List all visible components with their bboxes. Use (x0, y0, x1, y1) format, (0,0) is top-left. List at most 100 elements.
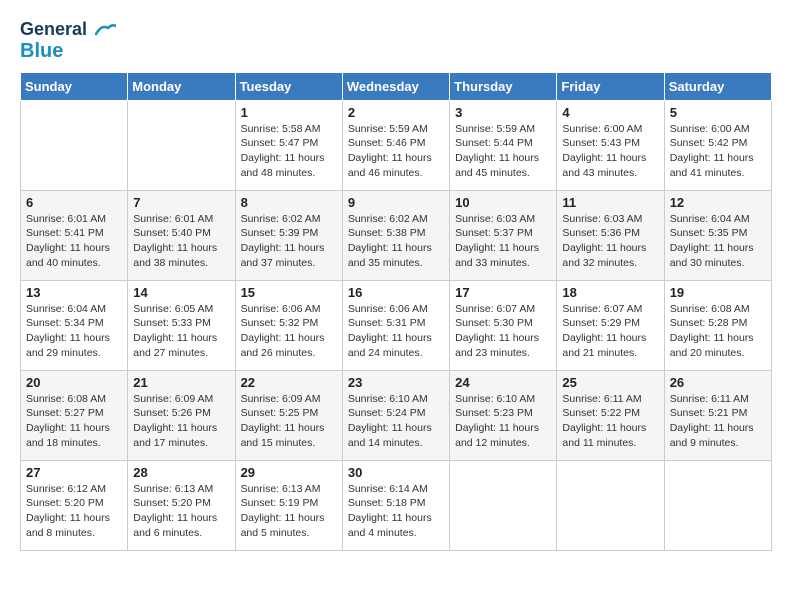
day-number: 22 (241, 375, 337, 390)
day-number: 9 (348, 195, 444, 210)
calendar-cell: 20Sunrise: 6:08 AM Sunset: 5:27 PM Dayli… (21, 370, 128, 460)
day-number: 12 (670, 195, 766, 210)
day-number: 28 (133, 465, 229, 480)
calendar-cell (557, 460, 664, 550)
calendar-cell: 21 Sunrise: 6:09 AM Sunset: 5:26 PM Dayli… (128, 370, 235, 460)
calendar-cell: 28 Sunrise: 6:13 AM Sunset: 5:20 PM Dayli… (128, 460, 235, 550)
day-info: Sunrise: 6:13 AM Sunset: 5:20 PM Dayligh… (133, 482, 229, 541)
day-info: Sunrise: 6:06 AM Sunset: 5:32 PM Dayligh… (241, 302, 337, 361)
calendar-cell: 25Sunrise: 6:11 AM Sunset: 5:22 PM Dayli… (557, 370, 664, 460)
week-row-5: 27Sunrise: 6:12 AM Sunset: 5:20 PM Dayli… (21, 460, 772, 550)
calendar-cell: 17 Sunrise: 6:07 AM Sunset: 5:30 PM Dayli… (450, 280, 557, 370)
calendar-cell: 8 Sunrise: 6:02 AM Sunset: 5:39 PM Daylig… (235, 190, 342, 280)
day-info: Sunrise: 6:07 AM Sunset: 5:30 PM Dayligh… (455, 302, 551, 361)
calendar-cell: 24Sunrise: 6:10 AM Sunset: 5:23 PM Dayli… (450, 370, 557, 460)
weekday-header-row: SundayMondayTuesdayWednesdayThursdayFrid… (21, 72, 772, 100)
day-info: Sunrise: 6:10 AM Sunset: 5:23 PM Dayligh… (455, 392, 551, 451)
calendar-cell: 10 Sunrise: 6:03 AM Sunset: 5:37 PM Dayli… (450, 190, 557, 280)
week-row-4: 20Sunrise: 6:08 AM Sunset: 5:27 PM Dayli… (21, 370, 772, 460)
calendar-cell (128, 100, 235, 190)
day-number: 7 (133, 195, 229, 210)
day-info: Sunrise: 6:00 AM Sunset: 5:43 PM Dayligh… (562, 122, 658, 181)
week-row-2: 6 Sunrise: 6:01 AM Sunset: 5:41 PM Daylig… (21, 190, 772, 280)
day-number: 3 (455, 105, 551, 120)
day-info: Sunrise: 6:09 AM Sunset: 5:26 PM Dayligh… (133, 392, 229, 451)
week-row-3: 13 Sunrise: 6:04 AM Sunset: 5:34 PM Dayli… (21, 280, 772, 370)
calendar-body: 1 Sunrise: 5:58 AM Sunset: 5:47 PM Daylig… (21, 100, 772, 550)
day-number: 2 (348, 105, 444, 120)
calendar-cell: 7 Sunrise: 6:01 AM Sunset: 5:40 PM Daylig… (128, 190, 235, 280)
day-number: 14 (133, 285, 229, 300)
day-info: Sunrise: 6:07 AM Sunset: 5:29 PM Dayligh… (562, 302, 658, 361)
calendar-cell: 29 Sunrise: 6:13 AM Sunset: 5:19 PM Dayli… (235, 460, 342, 550)
calendar-cell: 19 Sunrise: 6:08 AM Sunset: 5:28 PM Dayli… (664, 280, 771, 370)
day-info: Sunrise: 6:11 AM Sunset: 5:21 PM Dayligh… (670, 392, 766, 451)
weekday-header-saturday: Saturday (664, 72, 771, 100)
day-info: Sunrise: 6:03 AM Sunset: 5:36 PM Dayligh… (562, 212, 658, 271)
day-info: Sunrise: 5:59 AM Sunset: 5:46 PM Dayligh… (348, 122, 444, 181)
day-number: 29 (241, 465, 337, 480)
day-number: 4 (562, 105, 658, 120)
calendar-cell: 26 Sunrise: 6:11 AM Sunset: 5:21 PM Dayli… (664, 370, 771, 460)
day-info: Sunrise: 5:59 AM Sunset: 5:44 PM Dayligh… (455, 122, 551, 181)
day-info: Sunrise: 6:01 AM Sunset: 5:40 PM Dayligh… (133, 212, 229, 271)
day-number: 23 (348, 375, 444, 390)
calendar-cell: 15Sunrise: 6:06 AM Sunset: 5:32 PM Dayli… (235, 280, 342, 370)
day-info: Sunrise: 5:58 AM Sunset: 5:47 PM Dayligh… (241, 122, 337, 181)
day-number: 26 (670, 375, 766, 390)
day-number: 19 (670, 285, 766, 300)
day-number: 17 (455, 285, 551, 300)
day-number: 5 (670, 105, 766, 120)
day-info: Sunrise: 6:04 AM Sunset: 5:34 PM Dayligh… (26, 302, 122, 361)
day-info: Sunrise: 6:13 AM Sunset: 5:19 PM Dayligh… (241, 482, 337, 541)
weekday-header-wednesday: Wednesday (342, 72, 449, 100)
calendar-table: SundayMondayTuesdayWednesdayThursdayFrid… (20, 72, 772, 551)
day-info: Sunrise: 6:02 AM Sunset: 5:39 PM Dayligh… (241, 212, 337, 271)
day-info: Sunrise: 6:14 AM Sunset: 5:18 PM Dayligh… (348, 482, 444, 541)
calendar-cell: 3 Sunrise: 5:59 AM Sunset: 5:44 PM Daylig… (450, 100, 557, 190)
day-info: Sunrise: 6:03 AM Sunset: 5:37 PM Dayligh… (455, 212, 551, 271)
day-number: 11 (562, 195, 658, 210)
day-number: 16 (348, 285, 444, 300)
day-number: 30 (348, 465, 444, 480)
calendar-cell: 23Sunrise: 6:10 AM Sunset: 5:24 PM Dayli… (342, 370, 449, 460)
day-number: 27 (26, 465, 122, 480)
day-number: 18 (562, 285, 658, 300)
calendar-cell: 1 Sunrise: 5:58 AM Sunset: 5:47 PM Daylig… (235, 100, 342, 190)
day-info: Sunrise: 6:06 AM Sunset: 5:31 PM Dayligh… (348, 302, 444, 361)
calendar-cell (450, 460, 557, 550)
day-info: Sunrise: 6:01 AM Sunset: 5:41 PM Dayligh… (26, 212, 122, 271)
logo-text: General (20, 20, 116, 40)
day-number: 21 (133, 375, 229, 390)
calendar-cell: 27Sunrise: 6:12 AM Sunset: 5:20 PM Dayli… (21, 460, 128, 550)
day-info: Sunrise: 6:08 AM Sunset: 5:28 PM Dayligh… (670, 302, 766, 361)
calendar-header: SundayMondayTuesdayWednesdayThursdayFrid… (21, 72, 772, 100)
day-info: Sunrise: 6:02 AM Sunset: 5:38 PM Dayligh… (348, 212, 444, 271)
calendar-cell: 12 Sunrise: 6:04 AM Sunset: 5:35 PM Dayli… (664, 190, 771, 280)
day-number: 8 (241, 195, 337, 210)
calendar-cell (664, 460, 771, 550)
logo-blue: Blue (20, 40, 63, 62)
day-info: Sunrise: 6:11 AM Sunset: 5:22 PM Dayligh… (562, 392, 658, 451)
weekday-header-thursday: Thursday (450, 72, 557, 100)
calendar-cell: 2 Sunrise: 5:59 AM Sunset: 5:46 PM Daylig… (342, 100, 449, 190)
bird-icon (94, 22, 116, 38)
calendar-cell (21, 100, 128, 190)
calendar-cell: 11 Sunrise: 6:03 AM Sunset: 5:36 PM Dayli… (557, 190, 664, 280)
day-info: Sunrise: 6:08 AM Sunset: 5:27 PM Dayligh… (26, 392, 122, 451)
calendar-cell: 4 Sunrise: 6:00 AM Sunset: 5:43 PM Daylig… (557, 100, 664, 190)
calendar-cell: 9 Sunrise: 6:02 AM Sunset: 5:38 PM Daylig… (342, 190, 449, 280)
day-info: Sunrise: 6:00 AM Sunset: 5:42 PM Dayligh… (670, 122, 766, 181)
weekday-header-monday: Monday (128, 72, 235, 100)
calendar-cell: 18 Sunrise: 6:07 AM Sunset: 5:29 PM Dayli… (557, 280, 664, 370)
day-number: 1 (241, 105, 337, 120)
weekday-header-tuesday: Tuesday (235, 72, 342, 100)
calendar-cell: 14Sunrise: 6:05 AM Sunset: 5:33 PM Dayli… (128, 280, 235, 370)
day-number: 6 (26, 195, 122, 210)
day-number: 13 (26, 285, 122, 300)
calendar-cell: 30 Sunrise: 6:14 AM Sunset: 5:18 PM Dayli… (342, 460, 449, 550)
day-info: Sunrise: 6:04 AM Sunset: 5:35 PM Dayligh… (670, 212, 766, 271)
weekday-header-friday: Friday (557, 72, 664, 100)
day-number: 10 (455, 195, 551, 210)
calendar-cell: 22Sunrise: 6:09 AM Sunset: 5:25 PM Dayli… (235, 370, 342, 460)
